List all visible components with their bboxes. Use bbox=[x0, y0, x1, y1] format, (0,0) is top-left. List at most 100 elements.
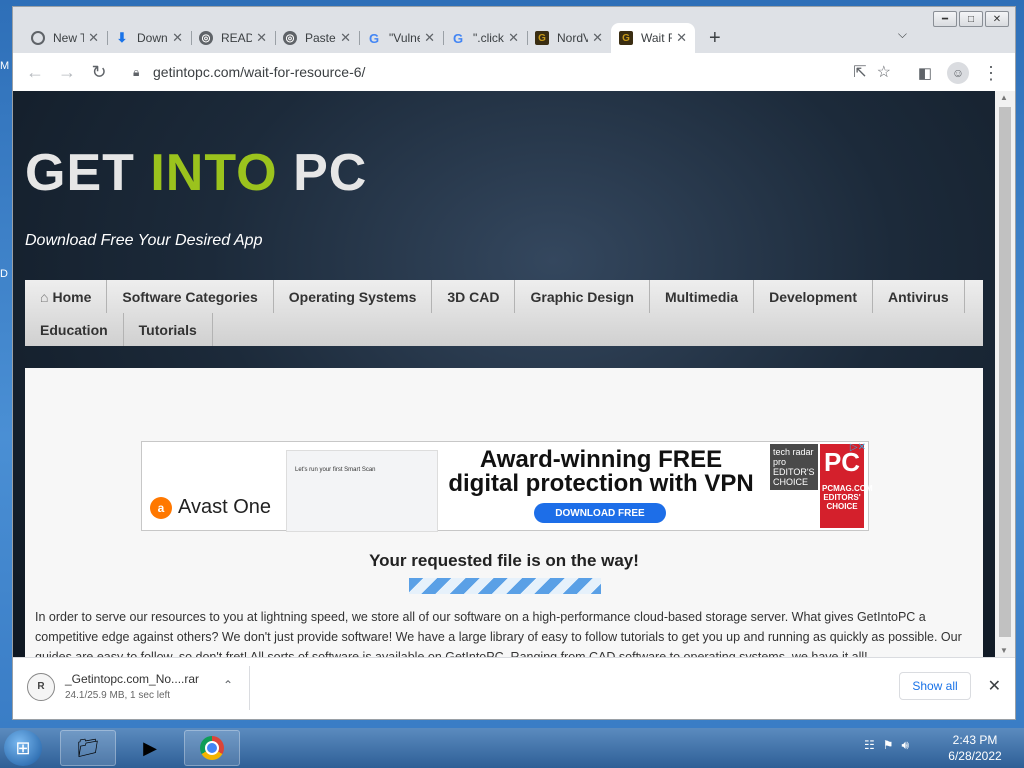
download-shelf: R _Getintopc.com_No....rar 24.1/25.9 MB,… bbox=[13, 657, 1015, 719]
chrome-icon bbox=[200, 736, 224, 760]
tab-new-tab[interactable]: New Tab ✕ bbox=[23, 23, 107, 53]
close-icon[interactable]: ✕ bbox=[256, 30, 267, 46]
main-nav: ⌂ Home Software Categories Operating Syst… bbox=[25, 280, 983, 346]
nav-item-tutorials[interactable]: Tutorials bbox=[124, 313, 213, 346]
close-icon[interactable]: ✕ bbox=[340, 30, 351, 46]
address-bar[interactable]: 🔒︎ getintopc.com/wait-for-resource-6/ ⇱ … bbox=[121, 57, 891, 87]
site-logo[interactable]: GET INTO PC bbox=[25, 143, 367, 203]
tab-google-search-2[interactable]: G ".click ✕ bbox=[443, 23, 527, 53]
media-player-icon[interactable]: ▶ bbox=[122, 730, 178, 766]
ad-banner[interactable]: a Avast One Let's run your first Smart Sc… bbox=[141, 441, 873, 532]
tab-title: New Tab bbox=[53, 31, 84, 45]
close-shelf-icon[interactable]: ✕ bbox=[988, 676, 1001, 696]
browser-window: ━ □ ✕ New Tab ✕ ⬇ Downloads ✕ ◎ README ✕… bbox=[12, 6, 1016, 720]
lock-icon: 🔒︎ bbox=[133, 64, 140, 79]
close-icon[interactable]: ✕ bbox=[172, 30, 183, 46]
tab-downloads[interactable]: ⬇ Downloads ✕ bbox=[107, 23, 191, 53]
description-paragraph: In order to serve our resources to you a… bbox=[35, 610, 962, 657]
side-panel-icon[interactable]: ◧ bbox=[909, 57, 941, 89]
back-button[interactable]: ← bbox=[19, 56, 51, 88]
close-icon[interactable]: ✕ bbox=[88, 30, 99, 46]
globe-icon: ◎ bbox=[199, 31, 213, 45]
address-url[interactable]: getintopc.com/wait-for-resource-6/ bbox=[153, 64, 365, 80]
action-center-flag-icon[interactable]: ⚑ bbox=[883, 738, 894, 753]
scroll-down-icon[interactable]: ▼ bbox=[1000, 646, 1008, 655]
nav-item-antivirus[interactable]: Antivirus bbox=[873, 280, 965, 313]
logo-text-into: INTO bbox=[150, 144, 278, 202]
ad-download-button[interactable]: DOWNLOAD FREE bbox=[534, 503, 666, 523]
tab-title: Wait For Resource bbox=[641, 31, 672, 45]
avast-logo-icon: a bbox=[150, 496, 172, 519]
requested-file-heading: Your requested file is on the way! bbox=[369, 551, 639, 570]
ad-headline: Award-winning FREE digital protection wit… bbox=[448, 446, 754, 497]
chrome-icon bbox=[31, 31, 45, 45]
logo-text-get: GET bbox=[25, 144, 151, 202]
tab-wait-for-resource[interactable]: G Wait For Resource ✕ bbox=[611, 23, 695, 53]
chevron-up-icon[interactable]: ⌃ bbox=[223, 678, 233, 692]
close-icon[interactable]: ✕ bbox=[508, 30, 519, 46]
download-icon: ⬇ bbox=[116, 30, 128, 45]
share-icon[interactable]: ⇱ bbox=[853, 62, 866, 82]
ad-app-screenshot: Let's run your first Smart Scan bbox=[286, 450, 438, 532]
kebab-menu-icon[interactable]: ⋮ bbox=[975, 57, 1007, 89]
nav-item-3d-cad[interactable]: 3D CAD bbox=[432, 280, 516, 313]
bookmark-star-icon[interactable]: ☆ bbox=[877, 62, 891, 82]
getintopc-icon: G bbox=[619, 31, 633, 45]
ad-brand: a Avast One bbox=[150, 496, 271, 519]
chrome-taskbar-icon[interactable] bbox=[184, 730, 240, 766]
tab-title: ".click bbox=[473, 31, 504, 45]
profile-avatar[interactable]: ☺ bbox=[947, 62, 969, 84]
ad-screenshot-text: Let's run your first Smart Scan bbox=[295, 467, 376, 473]
nav-item-software-categories[interactable]: Software Categories bbox=[107, 280, 274, 313]
file-explorer-icon[interactable]: 📁︎ bbox=[60, 730, 116, 766]
tab-strip: New Tab ✕ ⬇ Downloads ✕ ◎ README ✕ ◎ Pas… bbox=[23, 21, 721, 53]
nav-item-operating-systems[interactable]: Operating Systems bbox=[274, 280, 433, 313]
start-button[interactable]: ⊞ bbox=[4, 730, 42, 766]
desktop-edge-label: M bbox=[0, 60, 10, 72]
archive-file-icon: R bbox=[27, 672, 55, 701]
download-filename: _Getintopc.com_No....rar bbox=[65, 672, 200, 686]
page-scrollbar[interactable]: ▲ ▼ bbox=[995, 91, 1015, 657]
browser-toolbar: ← → ↻ 🔒︎ getintopc.com/wait-for-resource… bbox=[13, 53, 1015, 91]
scroll-up-icon[interactable]: ▲ bbox=[1000, 93, 1008, 102]
close-icon[interactable]: ✕ bbox=[592, 30, 603, 46]
techradar-badge: tech radar pro EDITOR'S CHOICE bbox=[770, 444, 818, 490]
nav-item-multimedia[interactable]: Multimedia bbox=[650, 280, 755, 313]
taskbar-clock[interactable]: 2:43 PM 6/28/2022 bbox=[940, 732, 1010, 764]
tab-search-chevron-icon[interactable]: ⌵ bbox=[898, 27, 907, 42]
scrollbar-thumb[interactable] bbox=[999, 107, 1011, 637]
pcmag-badge: PC PCMAG.COM EDITORS' CHOICE bbox=[820, 444, 873, 528]
page-viewport: GET INTO PC Download Free Your Desired A… bbox=[13, 91, 995, 657]
taskbar: ⊞ 📁︎ ▶ ☷ ⚑ 🔊︎ 2:43 PM 6/28/2022 bbox=[0, 728, 1024, 768]
nav-item-education[interactable]: Education bbox=[25, 313, 124, 346]
tab-readme[interactable]: ◎ README ✕ bbox=[191, 23, 275, 53]
google-icon: G bbox=[452, 30, 464, 46]
getintopc-icon: G bbox=[535, 31, 549, 45]
tab-title: "Vulnerability bbox=[389, 31, 420, 45]
tab-google-search-1[interactable]: G "Vulnerability ✕ bbox=[359, 23, 443, 53]
ad-choices-icon[interactable]: ▷✕ bbox=[850, 442, 866, 453]
clock-time: 2:43 PM bbox=[952, 733, 998, 747]
minimize-button[interactable]: ━ bbox=[933, 11, 957, 27]
nav-item-home[interactable]: ⌂ Home bbox=[25, 280, 108, 313]
nav-item-development[interactable]: Development bbox=[754, 280, 873, 313]
tab-title: README bbox=[221, 31, 252, 45]
forward-button[interactable]: → bbox=[51, 56, 83, 88]
new-tab-button[interactable]: + bbox=[709, 23, 721, 53]
volume-icon[interactable]: 🔊︎ bbox=[902, 738, 910, 753]
desktop-edge-label: D bbox=[0, 268, 8, 280]
close-icon[interactable]: ✕ bbox=[676, 30, 687, 46]
show-all-button[interactable]: Show all bbox=[899, 672, 971, 700]
network-icon[interactable]: ☷ bbox=[864, 738, 875, 753]
tab-title: Downloads bbox=[137, 31, 168, 45]
maximize-button[interactable]: □ bbox=[959, 11, 983, 27]
logo-text-pc: PC bbox=[277, 144, 368, 202]
site-tagline: Download Free Your Desired App bbox=[25, 232, 263, 249]
close-icon[interactable]: ✕ bbox=[424, 30, 435, 46]
nav-item-graphic-design[interactable]: Graphic Design bbox=[515, 280, 650, 313]
tab-nordvpn[interactable]: G NordVPN ✕ bbox=[527, 23, 611, 53]
reload-button[interactable]: ↻ bbox=[83, 56, 115, 88]
tab-pastebin[interactable]: ◎ Pastebin ✕ bbox=[275, 23, 359, 53]
close-button[interactable]: ✕ bbox=[985, 11, 1009, 27]
download-item[interactable]: R _Getintopc.com_No....rar 24.1/25.9 MB,… bbox=[27, 672, 233, 701]
